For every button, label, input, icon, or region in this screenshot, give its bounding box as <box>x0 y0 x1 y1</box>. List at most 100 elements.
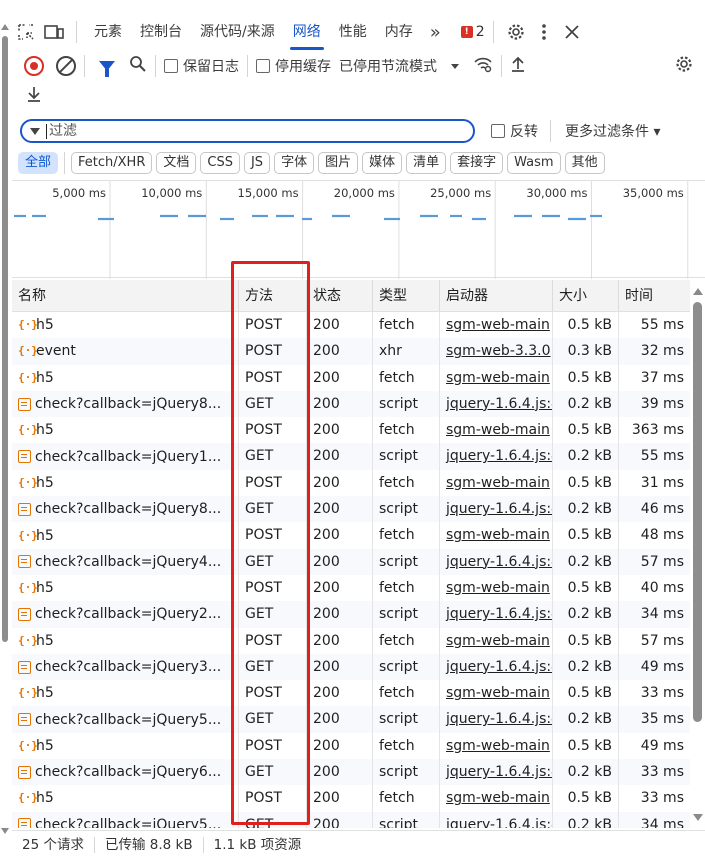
tab-elements[interactable]: 元素 <box>85 12 131 52</box>
filter-input[interactable] <box>49 123 449 139</box>
inspect-element-icon[interactable] <box>12 18 40 46</box>
type-filter-css[interactable]: CSS <box>200 152 240 174</box>
column-header-status[interactable]: 状态 <box>307 280 373 311</box>
table-row[interactable]: {·} h5 POST 200 fetch sgm-web-main 0.5 kB 33 ms <box>12 680 690 707</box>
initiator-link[interactable]: sgm-web-main <box>446 317 550 333</box>
column-header-method[interactable]: 方法 <box>239 280 307 311</box>
table-row[interactable]: {·} h5 POST 200 fetch sgm-web-main 0.5 kB 37 ms <box>12 364 690 391</box>
table-row[interactable]: check?callback=jQuery5... GET 200 script jqu… <box>12 706 690 733</box>
cell-name[interactable]: {·} h5 <box>12 680 239 707</box>
initiator-link[interactable]: sgm-web-3.3.0 <box>446 343 551 359</box>
cell-name[interactable]: {·} h5 <box>12 522 239 549</box>
type-filter-media[interactable]: 媒体 <box>362 152 403 174</box>
checkbox-box[interactable] <box>164 59 178 73</box>
table-row[interactable]: check?callback=jQuery1... GET 200 script jqu… <box>12 443 690 470</box>
initiator-link[interactable]: sgm-web-main <box>446 580 550 596</box>
cell-name[interactable]: {·} h5 <box>12 627 239 654</box>
column-header-type[interactable]: 类型 <box>373 280 440 311</box>
checkbox-box[interactable] <box>491 124 505 138</box>
cell-name[interactable]: check?callback=jQuery4... <box>12 548 239 575</box>
network-settings-gear-icon[interactable] <box>675 55 693 77</box>
table-row[interactable]: {·} h5 POST 200 fetch sgm-web-main 0.5 kB 31 ms <box>12 469 690 497</box>
cell-name[interactable]: {·} h5 <box>12 417 239 444</box>
initiator-link[interactable]: jquery-1.6.4.js:4 <box>446 396 552 412</box>
page-scroll-thumb[interactable] <box>2 36 8 642</box>
disable-cache-checkbox[interactable]: 停用缓存 <box>256 56 331 76</box>
table-row[interactable]: {·} h5 POST 200 fetch sgm-web-main 0.5 kB 49 ms <box>12 732 690 760</box>
initiator-link[interactable]: jquery-1.6.4.js:4 <box>446 606 552 622</box>
export-har-icon[interactable] <box>26 85 42 107</box>
table-scroll-thumb[interactable] <box>693 302 702 722</box>
more-filters-dropdown[interactable]: 更多过滤条件 ▾ <box>565 121 660 141</box>
type-filter-fetch-xhr[interactable]: Fetch/XHR <box>71 152 153 174</box>
cell-name[interactable]: {·} h5 <box>12 312 239 339</box>
type-filter-other[interactable]: 其他 <box>564 152 605 174</box>
type-filter-socket[interactable]: 套接字 <box>450 152 504 174</box>
tab-network[interactable]: 网络 <box>284 12 330 52</box>
type-filter-all[interactable]: 全部 <box>18 152 59 174</box>
initiator-link[interactable]: sgm-web-main <box>446 738 550 754</box>
device-toolbar-icon[interactable] <box>40 18 68 46</box>
initiator-link[interactable]: jquery-1.6.4.js:4 <box>446 659 552 675</box>
initiator-link[interactable]: sgm-web-main <box>446 422 550 438</box>
table-row[interactable]: check?callback=jQuery8... GET 200 script jqu… <box>12 496 690 523</box>
initiator-link[interactable]: sgm-web-main <box>446 790 550 806</box>
column-header-name[interactable]: 名称 <box>12 280 239 311</box>
initiator-link[interactable]: sgm-web-main <box>446 475 550 491</box>
table-row[interactable]: {·} h5 POST 200 fetch sgm-web-main 0.5 kB 57 ms <box>12 627 690 654</box>
clear-log-icon[interactable] <box>56 56 76 76</box>
scroll-down-arrow-icon[interactable] <box>1 828 9 834</box>
table-row[interactable]: check?callback=jQuery5... GET 200 script jqu… <box>12 811 690 828</box>
search-icon[interactable] <box>129 55 147 77</box>
cell-name[interactable]: {·} h5 <box>12 364 239 391</box>
cell-name[interactable]: check?callback=jQuery2... <box>12 601 239 628</box>
filter-input-wrapper[interactable] <box>20 119 475 143</box>
table-row[interactable]: {·} h5 POST 200 fetch sgm-web-main 0.5 kB 40 ms <box>12 574 690 602</box>
column-header-size[interactable]: 大小 <box>553 280 619 311</box>
checkbox-box[interactable] <box>256 59 270 73</box>
cell-name[interactable]: check?callback=jQuery6... <box>12 759 239 786</box>
more-tabs-button[interactable]: » <box>422 22 449 43</box>
import-har-icon[interactable] <box>510 55 526 77</box>
table-row[interactable]: {·} h5 POST 200 fetch sgm-web-main 0.5 kB 48 ms <box>12 522 690 549</box>
cell-name[interactable]: check?callback=jQuery8... <box>12 496 239 523</box>
column-header-initiator[interactable]: 启动器 <box>440 280 553 311</box>
table-row[interactable]: {·} event POST 200 xhr sgm-web-3.3.0 0.3 kB 32 … <box>12 338 690 365</box>
type-filter-manifest[interactable]: 清单 <box>406 152 447 174</box>
cell-name[interactable]: {·} event <box>12 338 239 365</box>
cell-name[interactable]: check?callback=jQuery1... <box>12 443 239 470</box>
type-filter-wasm[interactable]: Wasm <box>507 152 561 174</box>
tab-memory[interactable]: 内存 <box>376 12 422 52</box>
type-filter-doc[interactable]: 文档 <box>156 152 197 174</box>
initiator-link[interactable]: jquery-1.6.4.js:4 <box>446 448 552 464</box>
tab-console[interactable]: 控制台 <box>131 12 191 52</box>
type-filter-font[interactable]: 字体 <box>274 152 315 174</box>
invert-checkbox[interactable]: 反转 <box>491 121 538 141</box>
record-icon[interactable] <box>24 56 44 76</box>
cell-name[interactable]: check?callback=jQuery5... <box>12 811 239 828</box>
table-row[interactable]: check?callback=jQuery6... GET 200 script jqu… <box>12 759 690 786</box>
table-row[interactable]: {·} h5 POST 200 fetch sgm-web-main 0.5 kB 363 m… <box>12 417 690 444</box>
type-filter-img[interactable]: 图片 <box>318 152 359 174</box>
more-options-icon[interactable] <box>530 18 558 46</box>
table-row[interactable]: check?callback=jQuery8... GET 200 script jqu… <box>12 390 690 418</box>
initiator-link[interactable]: jquery-1.6.4.js:4 <box>446 501 552 517</box>
cell-name[interactable]: check?callback=jQuery5... <box>12 706 239 733</box>
throttling-select[interactable]: 已停用节流模式 <box>339 56 437 76</box>
cell-name[interactable]: check?callback=jQuery3... <box>12 653 239 681</box>
table-row[interactable]: check?callback=jQuery4... GET 200 script jqu… <box>12 548 690 575</box>
chevron-down-icon[interactable] <box>451 63 459 69</box>
cell-name[interactable]: check?callback=jQuery8... <box>12 390 239 418</box>
cell-name[interactable]: {·} h5 <box>12 732 239 760</box>
issues-counter[interactable]: ! 2 <box>460 24 485 40</box>
initiator-link[interactable]: jquery-1.6.4.js:4 <box>446 711 552 727</box>
scroll-up-arrow-icon[interactable] <box>693 288 703 295</box>
preserve-log-checkbox[interactable]: 保留日志 <box>164 56 239 76</box>
initiator-link[interactable]: sgm-web-main <box>446 527 550 543</box>
close-icon[interactable] <box>558 18 586 46</box>
cell-name[interactable]: {·} h5 <box>12 469 239 497</box>
network-overview-timeline[interactable]: 5,000 ms 10,000 ms 15,000 ms 20,000 ms 25,00… <box>12 180 705 279</box>
table-row[interactable]: check?callback=jQuery3... GET 200 script jqu… <box>12 653 690 681</box>
initiator-link[interactable]: jquery-1.6.4.js:4 <box>446 817 552 828</box>
column-header-time[interactable]: 时间 <box>619 280 690 311</box>
